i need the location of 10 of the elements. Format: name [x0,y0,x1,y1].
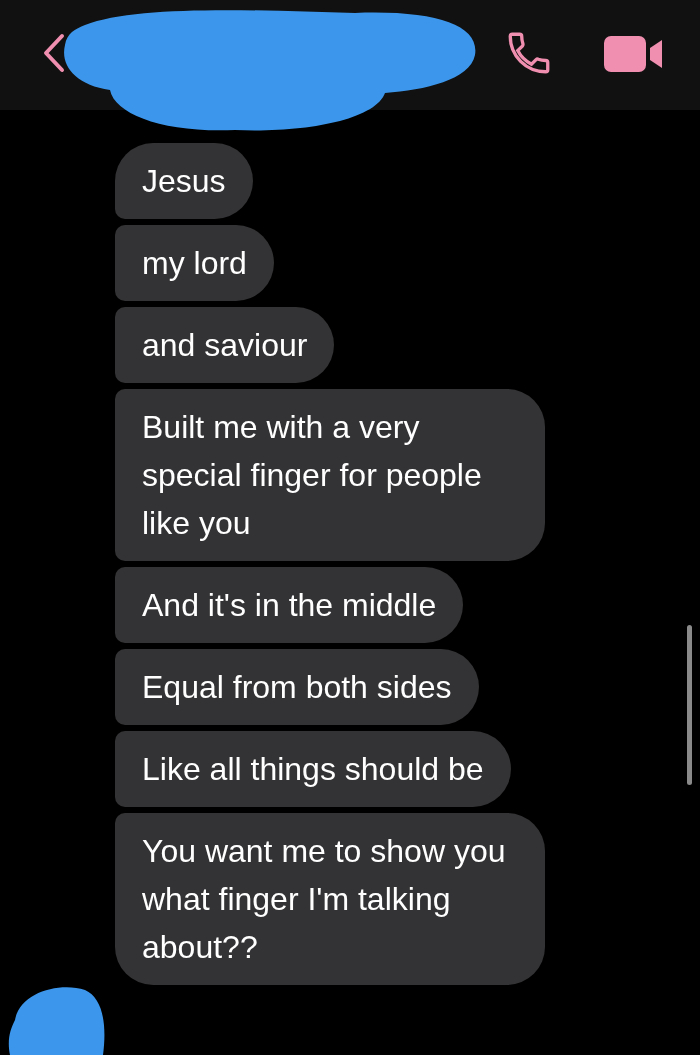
message-bubble: Built me with a very special finger for people like you [115,389,545,561]
message-bubble: my lord [115,225,274,301]
video-camera-icon[interactable] [604,36,664,72]
back-icon[interactable] [42,33,66,73]
message-bubble: Equal from both sides [115,649,479,725]
message-bubble: Jesus [115,143,253,219]
message-bubble: And it's in the middle [115,567,464,643]
message-bubble: You want me to show you what finger I'm talking about?? [115,813,545,985]
message-bubble: and saviour [115,307,335,383]
message-bubble: Like all things should be [115,731,511,807]
